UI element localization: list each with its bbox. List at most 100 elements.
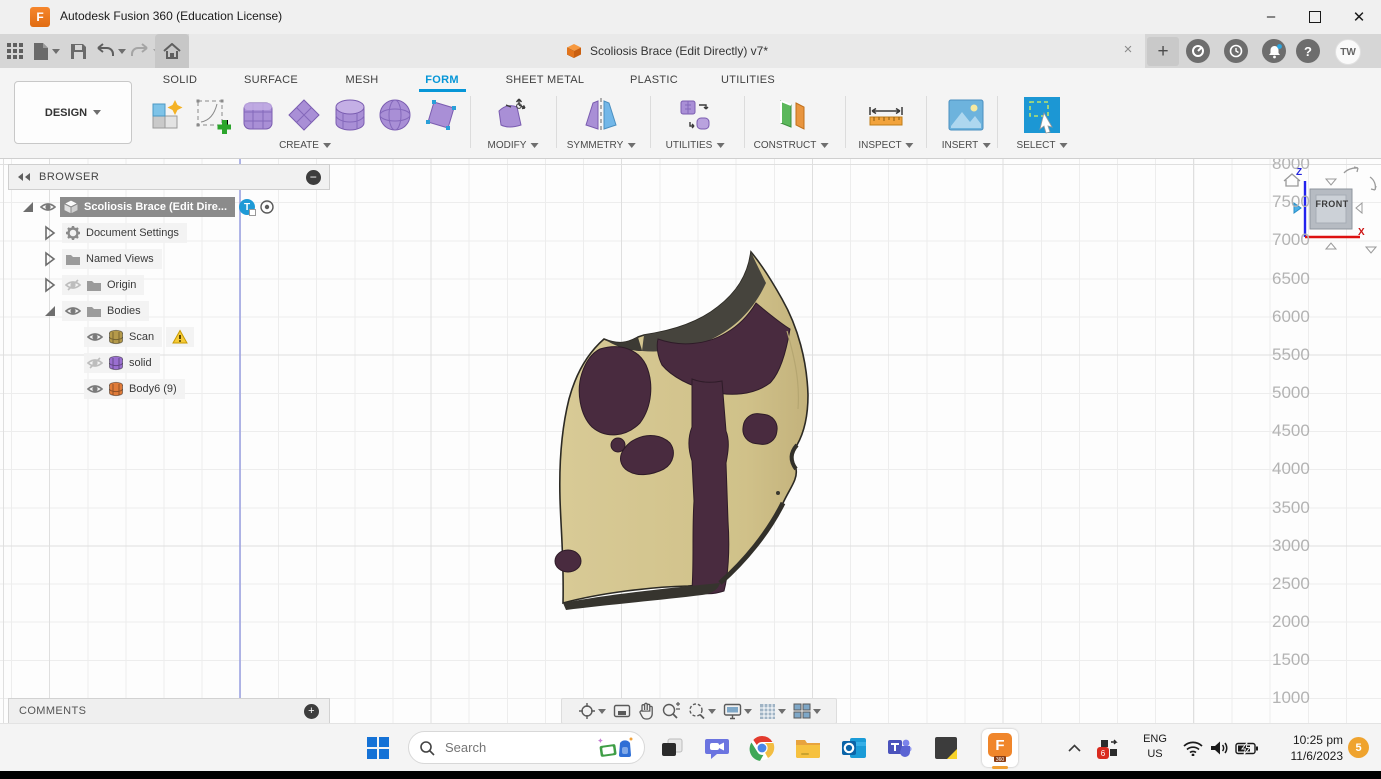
browser-body-scan[interactable]: Scan xyxy=(84,325,195,349)
notes-app-button[interactable] xyxy=(930,732,962,764)
job-status-button[interactable] xyxy=(1224,39,1248,63)
group-insert[interactable]: INSERT xyxy=(942,140,991,151)
collapsed-triangle-icon[interactable] xyxy=(42,251,58,267)
group-utilities[interactable]: UTILITIES xyxy=(666,140,725,151)
modify-form-button[interactable] xyxy=(492,94,534,136)
symmetry-button[interactable] xyxy=(580,94,622,136)
close-button[interactable]: ✕ xyxy=(1337,0,1381,33)
task-view-button[interactable] xyxy=(656,732,688,764)
form-utilities-button[interactable] xyxy=(674,94,716,136)
visibility-eye-icon[interactable] xyxy=(87,381,103,397)
design-workspace-button[interactable]: DESIGN xyxy=(14,81,132,144)
maximize-button[interactable] xyxy=(1293,0,1337,33)
browser-panel-header[interactable]: BROWSER − xyxy=(8,164,330,190)
tab-plastic[interactable]: PLASTIC xyxy=(630,74,678,86)
browser-body-solid[interactable]: solid xyxy=(84,351,160,375)
tab-sheet-metal[interactable]: SHEET METAL xyxy=(506,74,585,86)
visibility-eye-off-icon[interactable] xyxy=(65,277,81,293)
document-tab-close[interactable]: × xyxy=(1119,41,1137,58)
group-construct[interactable]: CONSTRUCT xyxy=(754,140,829,151)
browser-root-item[interactable]: Scoliosis Brace (Edit Dire... T xyxy=(20,195,275,219)
grid-settings-button[interactable] xyxy=(759,703,786,720)
volume-indicator[interactable] xyxy=(1206,732,1232,764)
start-button[interactable] xyxy=(362,732,394,764)
expanded-triangle-icon[interactable] xyxy=(42,303,58,319)
add-comment-button[interactable]: + xyxy=(304,703,319,719)
collapsed-triangle-icon[interactable] xyxy=(42,277,58,293)
new-tab-button[interactable]: + xyxy=(1147,37,1179,66)
orbit-button[interactable] xyxy=(578,702,606,720)
browser-item-named-views[interactable]: Named Views xyxy=(42,247,162,271)
collapsed-triangle-icon[interactable] xyxy=(42,225,58,241)
edit-form-button[interactable] xyxy=(420,94,462,136)
taskbar-search[interactable] xyxy=(408,731,645,764)
root-item-chip[interactable]: Scoliosis Brace (Edit Dire... xyxy=(60,197,236,217)
home-button[interactable] xyxy=(155,34,189,68)
viewport-canvas[interactable]: FRONT Z X 8000 7500 7000 6500 6000 5500 … xyxy=(0,158,1381,724)
teams-app-button[interactable] xyxy=(884,732,916,764)
group-inspect[interactable]: INSPECT xyxy=(858,140,914,151)
tab-solid[interactable]: SOLID xyxy=(163,74,198,86)
minimize-button[interactable]: – xyxy=(1249,0,1293,33)
language-indicator[interactable]: ENG US xyxy=(1138,732,1172,762)
browser-collapse-button[interactable]: − xyxy=(306,169,321,185)
collapse-panel-icon[interactable] xyxy=(17,172,31,182)
file-explorer-button[interactable] xyxy=(792,732,824,764)
tray-expand-button[interactable] xyxy=(1062,732,1086,764)
visibility-eye-icon[interactable] xyxy=(87,329,103,345)
group-symmetry[interactable]: SYMMETRY xyxy=(567,140,636,151)
document-tab[interactable]: Scoliosis Brace (Edit Directly) v7* × xyxy=(189,34,1145,68)
select-button[interactable] xyxy=(1021,94,1063,136)
visibility-eye-icon[interactable] xyxy=(40,199,56,215)
chat-app-button[interactable] xyxy=(701,732,733,764)
wifi-indicator[interactable] xyxy=(1180,732,1206,764)
form-plane-button[interactable] xyxy=(283,94,325,136)
display-settings-button[interactable] xyxy=(723,703,752,720)
group-select[interactable]: SELECT xyxy=(1017,140,1068,151)
new-design-button[interactable] xyxy=(145,94,187,136)
construct-button[interactable] xyxy=(770,94,812,136)
tab-surface[interactable]: SURFACE xyxy=(244,74,298,86)
chrome-app-button[interactable] xyxy=(746,732,778,764)
help-button[interactable]: ? xyxy=(1296,39,1320,63)
visibility-eye-icon[interactable] xyxy=(65,303,81,319)
pan-button[interactable] xyxy=(638,702,654,720)
browser-item-document-settings[interactable]: Document Settings xyxy=(42,221,187,245)
browser-body-body6[interactable]: Body6 (9) xyxy=(84,377,185,401)
tray-sync-button[interactable]: 6 xyxy=(1095,732,1123,764)
file-menu-button[interactable] xyxy=(33,38,60,64)
undo-button[interactable] xyxy=(95,38,126,64)
search-input[interactable] xyxy=(443,739,577,756)
tab-mesh[interactable]: MESH xyxy=(346,74,379,86)
view-cube[interactable] xyxy=(1278,161,1381,267)
zoom-button[interactable] xyxy=(661,702,680,720)
notifications-button[interactable] xyxy=(1262,39,1286,63)
tab-utilities[interactable]: UTILITIES xyxy=(721,74,775,86)
form-box-button[interactable] xyxy=(237,94,279,136)
form-sphere-button[interactable] xyxy=(374,94,416,136)
save-button[interactable] xyxy=(70,38,87,64)
comments-bar[interactable]: COMMENTS + xyxy=(8,698,330,724)
clock-date[interactable]: 10:25 pm 11/6/2023 xyxy=(1265,732,1344,764)
fusion-taskbar-button[interactable]: F 360 xyxy=(982,729,1018,769)
insert-button[interactable] xyxy=(945,94,987,136)
battery-indicator[interactable] xyxy=(1232,732,1260,764)
visibility-eye-off-icon[interactable] xyxy=(87,355,103,371)
extensions-button[interactable] xyxy=(1186,39,1210,63)
expanded-triangle-icon[interactable] xyxy=(20,199,36,215)
activate-target-icon[interactable] xyxy=(259,199,275,215)
app-grid-button[interactable] xyxy=(7,38,24,64)
look-at-button[interactable] xyxy=(613,703,631,719)
viewports-button[interactable] xyxy=(793,703,821,719)
group-create[interactable]: CREATE xyxy=(279,140,331,151)
tab-form[interactable]: FORM xyxy=(425,74,459,86)
user-avatar[interactable]: TW xyxy=(1335,39,1361,65)
browser-item-origin[interactable]: Origin xyxy=(42,273,145,297)
group-modify[interactable]: MODIFY xyxy=(488,140,539,151)
scoliosis-brace-model[interactable] xyxy=(540,231,870,621)
inspect-button[interactable] xyxy=(865,94,907,136)
outlook-app-button[interactable] xyxy=(838,732,870,764)
create-sketch-button[interactable] xyxy=(191,94,233,136)
browser-item-bodies[interactable]: Bodies xyxy=(42,299,149,323)
form-cylinder-button[interactable] xyxy=(329,94,371,136)
